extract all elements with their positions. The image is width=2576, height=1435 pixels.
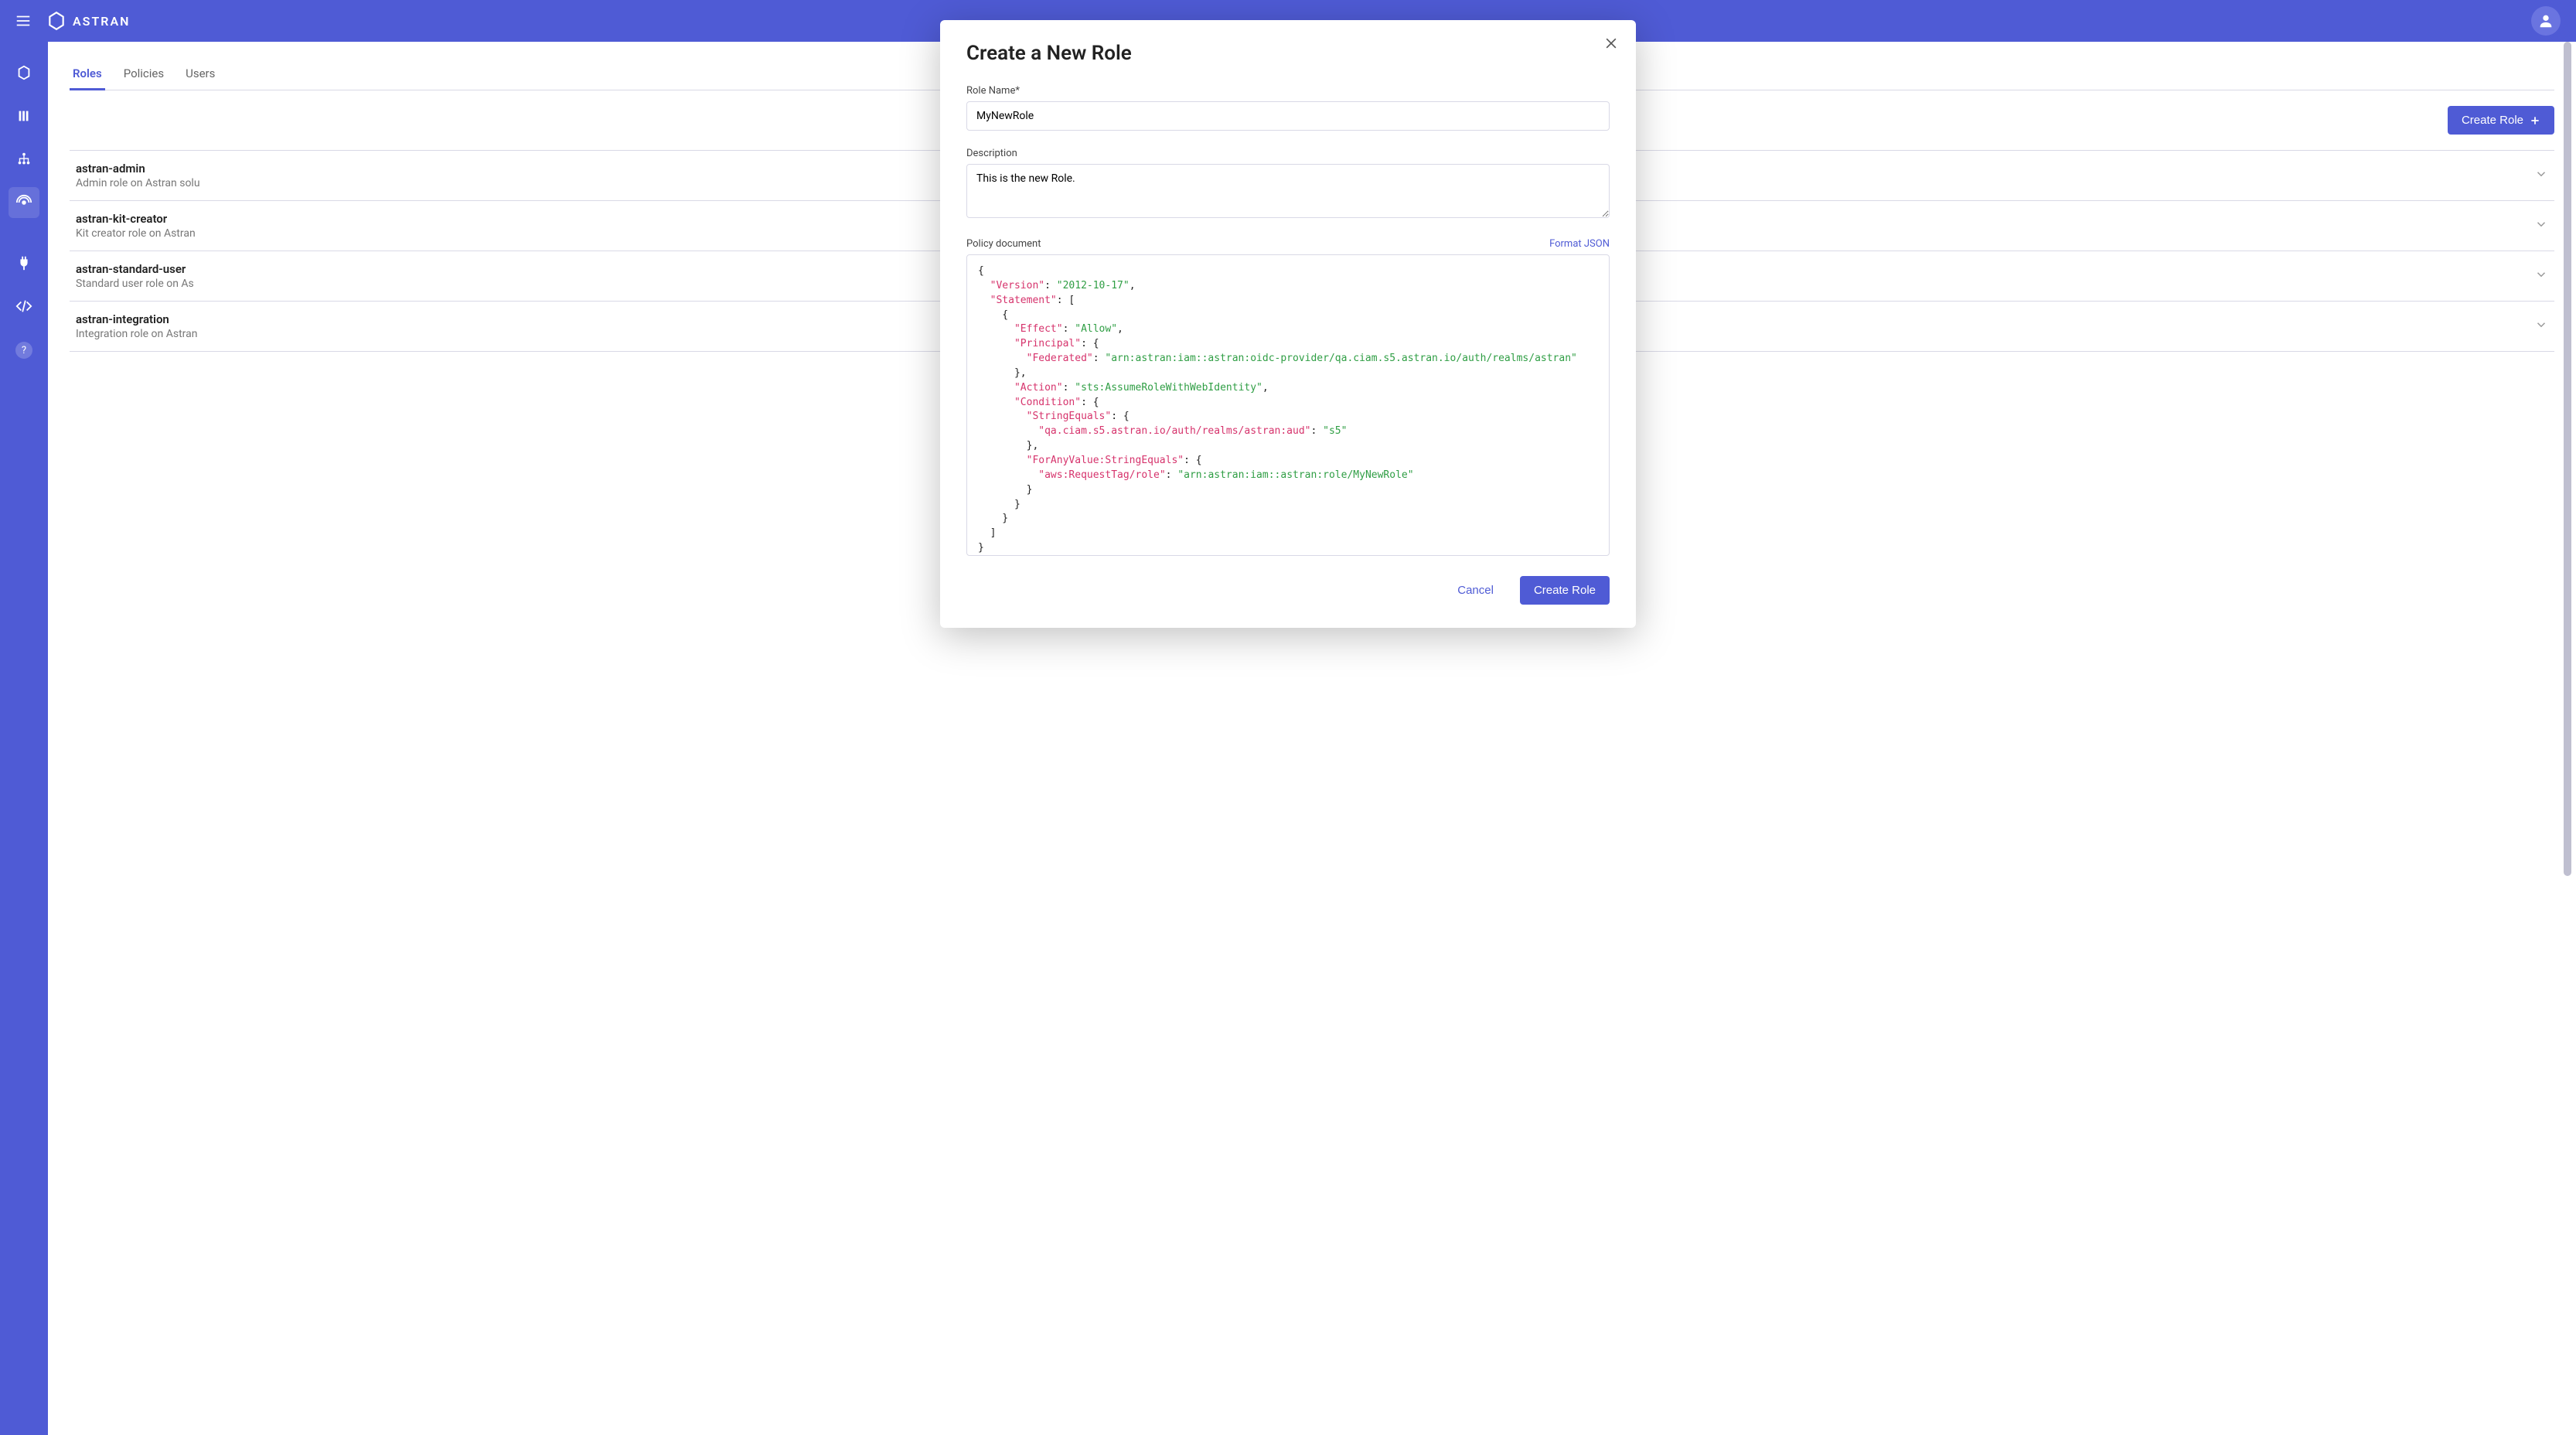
hexagon-icon (15, 64, 32, 81)
close-icon[interactable] (1603, 36, 1619, 54)
description-label: Description (966, 148, 1610, 159)
create-role-modal: Create a New Role Role Name* Description… (940, 20, 1636, 628)
sidebar-item-library[interactable] (9, 101, 39, 131)
broadcast-icon (15, 194, 32, 211)
plus-icon (2530, 115, 2540, 126)
create-role-button[interactable]: Create Role (2448, 106, 2554, 135)
sidebar-item-access[interactable] (9, 187, 39, 218)
tab-roles[interactable]: Roles (70, 59, 105, 90)
chevron-down-icon (2534, 268, 2548, 285)
chevron-down-icon (2534, 318, 2548, 335)
submit-create-role-button[interactable]: Create Role (1520, 576, 1610, 605)
chevron-down-icon (2534, 217, 2548, 234)
code-icon (15, 298, 32, 315)
brand-logo: ASTRAN (46, 11, 130, 31)
sidebar-item-overview[interactable] (9, 57, 39, 88)
sidebar-item-developer[interactable] (9, 291, 39, 322)
tab-policies[interactable]: Policies (121, 59, 167, 90)
policy-document-editor[interactable]: { "Version": "2012-10-17", "Statement": … (966, 254, 1610, 556)
hexagon-icon (46, 11, 66, 31)
modal-title: Create a New Role (966, 42, 1610, 65)
user-icon (2537, 12, 2554, 29)
format-json-link[interactable]: Format JSON (1549, 238, 1610, 250)
scrollbar-thumb[interactable] (2564, 42, 2571, 876)
plug-icon (15, 254, 32, 271)
create-role-label: Create Role (2462, 114, 2523, 127)
brand-name: ASTRAN (73, 14, 130, 29)
role-name-label: Role Name* (966, 85, 1610, 97)
tab-users[interactable]: Users (182, 59, 218, 90)
role-name-input[interactable] (966, 101, 1610, 131)
description-input[interactable] (966, 164, 1610, 218)
hamburger-icon[interactable] (8, 5, 39, 36)
sidebar-item-org[interactable] (9, 144, 39, 175)
avatar[interactable] (2531, 6, 2561, 36)
help-button[interactable]: ? (15, 342, 32, 359)
sidebar-item-integrations[interactable] (9, 247, 39, 278)
books-icon (15, 107, 32, 124)
sitemap-icon (15, 151, 32, 168)
cancel-button[interactable]: Cancel (1443, 576, 1508, 605)
policy-label: Policy document (966, 238, 1041, 250)
scrollbar[interactable] (2562, 42, 2573, 1432)
chevron-down-icon (2534, 167, 2548, 184)
